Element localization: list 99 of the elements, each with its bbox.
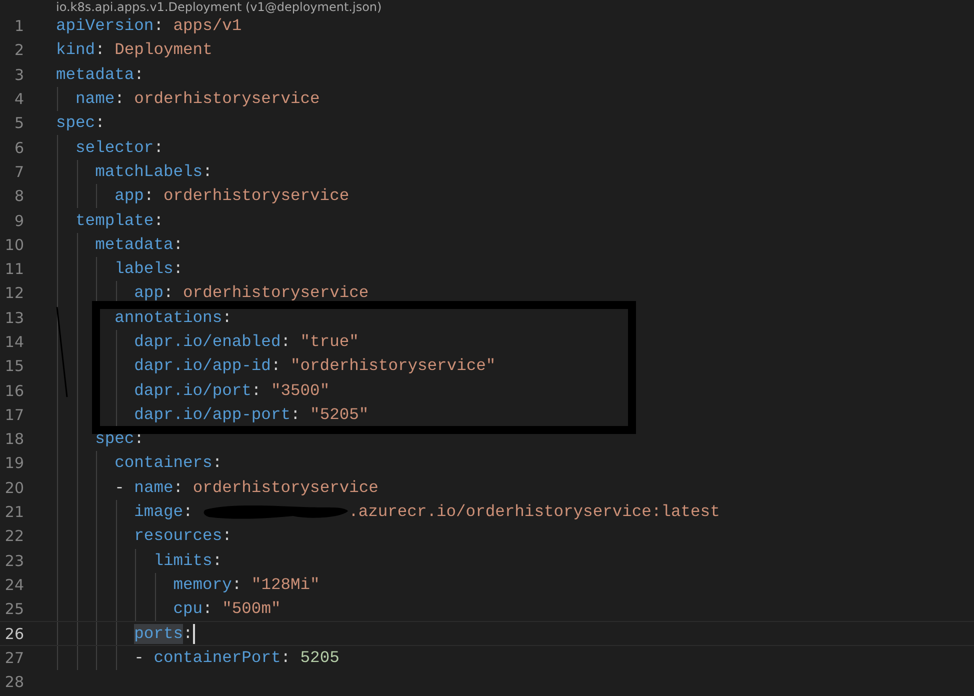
code-text: image [133, 502, 184, 522]
code-text: "3500" [270, 380, 330, 401]
line-number: 6 [13, 138, 24, 157]
line-number: 11 [4, 260, 24, 278]
line-number: 18 [4, 430, 24, 448]
code-text: : [212, 550, 222, 571]
line-number: 17 [4, 406, 24, 424]
code-text: : [222, 526, 232, 546]
code-text: annotations [114, 308, 222, 328]
code-text: : [173, 478, 184, 498]
code-text: : [183, 624, 193, 644]
line-number: 2 [13, 41, 24, 60]
line-number: 7 [13, 162, 24, 181]
code-text: template [74, 210, 154, 231]
breadcrumb[interactable]: io.k8s.api.apps.v1.Deployment (v1@deployment.json) [56, 0, 382, 14]
code-text: : [280, 332, 292, 352]
code-text: - [114, 478, 126, 498]
code-text: dapr.io/enabled [133, 332, 281, 352]
line-number: 27 [4, 648, 24, 667]
line-number: 22 [4, 527, 24, 546]
code-text: labels [114, 259, 174, 280]
line-number: 19 [4, 454, 24, 472]
code-text: "128Mi" [251, 574, 320, 595]
line-number: 5 [13, 114, 24, 132]
code-text: dapr.io/app-port [133, 404, 290, 425]
code-text: metadata [94, 234, 174, 255]
line-number: 23 [4, 552, 24, 570]
code-text: : [183, 502, 194, 522]
code-text: containerPort [154, 648, 281, 668]
code-text: kind [56, 40, 96, 60]
line-number: 26 [4, 624, 24, 643]
code-text: : [280, 648, 292, 668]
code-text: : [222, 308, 232, 328]
code-text: "true" [300, 332, 359, 352]
code-text: cpu [172, 599, 203, 620]
code-text: Deployment [114, 40, 212, 60]
line-number: 14 [4, 333, 24, 351]
code-text: apiVersion [56, 16, 154, 36]
code-text: : [154, 16, 164, 36]
code-text: orderhistoryservice [192, 478, 378, 498]
code-text: : [134, 64, 144, 85]
code-text: "500m" [222, 599, 281, 620]
code-text: apps/v1 [173, 16, 242, 36]
code-text: : [212, 453, 222, 474]
code-text: spec [94, 429, 134, 450]
code-text: : [202, 599, 214, 620]
code-text: : [95, 40, 106, 60]
code-text: : [154, 210, 164, 231]
code-text: - [133, 648, 145, 668]
code-text: app [133, 283, 164, 304]
code-text: resources [133, 526, 222, 546]
line-number: 8 [13, 187, 24, 206]
code-text: 5205 [300, 648, 340, 668]
line-number: 20 [4, 478, 24, 497]
line-number: 13 [4, 308, 24, 327]
line-number: 1 [13, 17, 24, 36]
code-text: : [232, 574, 243, 595]
line-number: 3 [13, 66, 24, 84]
code-text: : [144, 186, 155, 206]
code-text: .azurecr.io/orderhistoryservice:latest [348, 502, 720, 522]
code-text: memory [172, 574, 232, 595]
code-text: name [74, 89, 115, 110]
line-number: 28 [4, 673, 24, 692]
code-text: "5205" [310, 404, 369, 425]
code-text: : [202, 162, 212, 182]
code-text: app [114, 186, 144, 206]
code-text: orderhistoryservice [183, 283, 369, 304]
code-text: : [163, 283, 174, 304]
code-text: : [154, 138, 164, 158]
code-text: containers [114, 453, 212, 474]
code-text: : [134, 429, 144, 450]
code-text: dapr.io/app-id [133, 356, 271, 376]
code-text: selector [74, 138, 154, 158]
line-number: 15 [4, 357, 24, 376]
code-text: orderhistoryservice [134, 89, 320, 110]
code-text: metadata [56, 64, 134, 85]
code-text: orderhistoryservice [163, 186, 350, 206]
line-number: 10 [4, 236, 24, 254]
code-text: limits [152, 550, 212, 571]
code-text: : [114, 89, 126, 110]
line-number: 16 [4, 382, 24, 400]
code-text: : [95, 113, 105, 134]
code-text: name [134, 478, 174, 498]
code-text: dapr.io/port [133, 380, 252, 401]
line-number: 9 [13, 212, 24, 230]
code-text: spec [56, 113, 96, 134]
code-text: "orderhistoryservice" [290, 356, 496, 376]
code-text: matchLabels [94, 162, 203, 182]
line-number: 24 [4, 576, 24, 594]
code-text: : [251, 380, 262, 401]
code-text: : [270, 356, 282, 376]
line-number: 12 [4, 284, 24, 302]
code-text: : [173, 259, 184, 280]
line-number: 21 [4, 503, 24, 522]
line-number: 4 [13, 90, 24, 108]
line-number: 25 [4, 600, 24, 618]
text-cursor [192, 624, 195, 644]
code-text: : [173, 234, 184, 255]
code-text: : [290, 404, 302, 425]
